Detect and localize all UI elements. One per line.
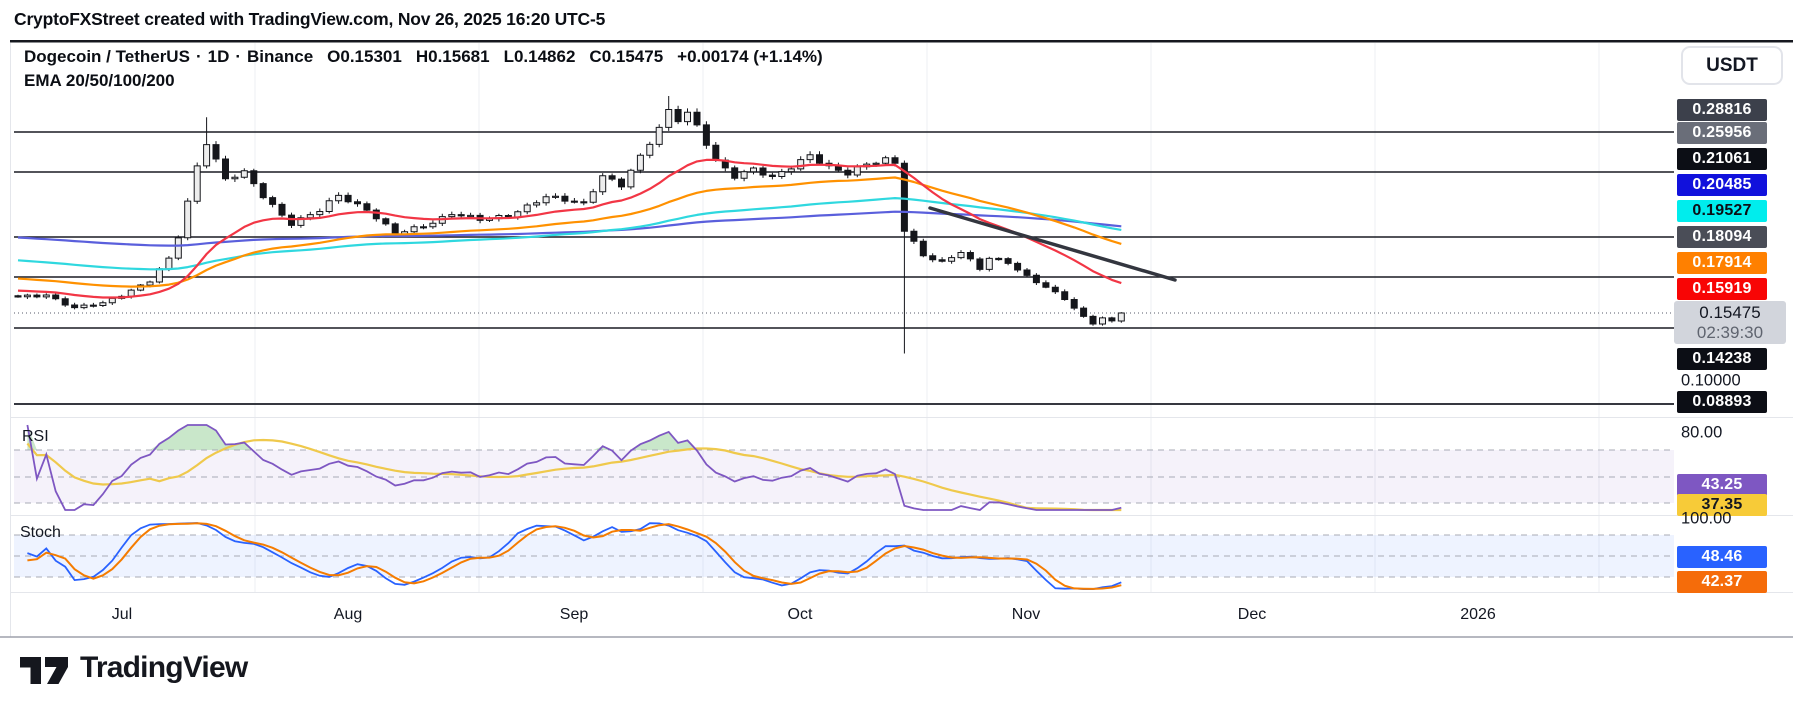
axis-tick-label: 0.10000 [1681, 371, 1741, 390]
price-scale-label: 0.19527 [1677, 200, 1767, 222]
change-label: +0.00174 (+1.14%) [677, 47, 823, 66]
time-axis-label: Dec [1237, 606, 1267, 623]
exchange-label: Binance [247, 47, 314, 66]
rsi-panel-label[interactable]: RSI [22, 428, 49, 446]
stoch-panel-label[interactable]: Stoch [20, 524, 61, 542]
time-axis-label: Nov [1011, 606, 1041, 623]
time-axis-label: 2026 [1460, 606, 1496, 623]
bar-countdown: 02:39:30 [1696, 322, 1764, 342]
price-scale-label: 42.37 [1677, 571, 1767, 593]
price-scale-label: 0.14238 [1677, 348, 1767, 370]
tradingview-logo-text: TradingView [80, 651, 248, 684]
ohlc-low: L0.14862 [503, 47, 576, 66]
tradingview-logo-icon [20, 657, 68, 684]
time-axis-label: Oct [787, 606, 813, 623]
legend-separator: · [235, 47, 242, 66]
price-scale-label: 48.46 [1677, 546, 1767, 568]
attribution-header: CryptoFXStreet created with TradingView.… [14, 9, 606, 29]
ohlc-open: O0.15301 [327, 47, 402, 66]
chart-canvas[interactable] [0, 0, 1793, 728]
symbol-name: Dogecoin / TetherUS [24, 47, 190, 66]
ohlc-close: C0.15475 [589, 47, 664, 66]
ema-indicator-legend[interactable]: EMA 20/50/100/200 [24, 71, 175, 91]
time-axis-label: Aug [333, 606, 363, 623]
current-price-label: 0.15475 02:39:30 [1674, 301, 1786, 344]
price-scale-label: 0.21061 [1677, 148, 1767, 170]
price-scale-label: 0.20485 [1677, 174, 1767, 196]
price-scale-label: 0.18094 [1677, 226, 1767, 248]
symbol-legend[interactable]: Dogecoin / TetherUS · 1D · Binance O0.15301 H0… [24, 47, 829, 67]
ohlc-high: H0.15681 [415, 47, 490, 66]
interval-label: 1D [207, 47, 230, 66]
axis-tick-label: 100.00 [1681, 509, 1732, 528]
time-axis-label: Jul [111, 606, 133, 623]
time-axis-label: Sep [559, 606, 589, 623]
price-scale-label: 0.08893 [1677, 391, 1767, 413]
price-scale-label: 0.25956 [1677, 122, 1767, 144]
currency-toggle-button[interactable]: USDT [1681, 46, 1783, 85]
tradingview-published-chart: CryptoFXStreet created with TradingView.… [0, 0, 1793, 728]
price-scale-label: 0.17914 [1677, 252, 1767, 274]
price-scale-label: 43.25 [1677, 474, 1767, 496]
legend-separator: · [195, 47, 202, 66]
price-scale-label: 0.28816 [1677, 99, 1767, 121]
current-price-value: 0.15475 [1699, 302, 1761, 322]
price-scale-label: 0.15919 [1677, 278, 1767, 300]
axis-tick-label: 80.00 [1681, 423, 1723, 442]
tradingview-logo[interactable]: TradingView [20, 650, 248, 686]
